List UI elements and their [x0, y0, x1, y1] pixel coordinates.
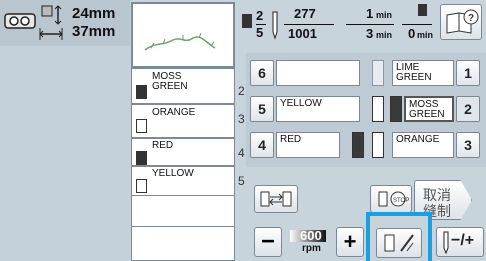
thread-slot-right[interactable]: ORANGE [392, 132, 454, 158]
spool-icon [136, 179, 147, 193]
embroidery-frame-icon [4, 13, 36, 29]
position-button-4[interactable]: 4 [250, 132, 274, 158]
thread-trim-icon [384, 234, 414, 252]
color-name: ORANGE [152, 107, 196, 118]
list-item[interactable]: ORANGE [131, 104, 235, 138]
spool-stop-icon: STOP [378, 191, 409, 207]
speed-unit: rpm [302, 243, 321, 254]
list-item[interactable]: YELLOW [131, 166, 235, 196]
color-index: 3 [238, 112, 245, 126]
design-height: 37mm [72, 23, 116, 40]
list-item[interactable]: MOSS GREEN [131, 68, 235, 104]
remaining-unit: min [417, 30, 434, 40]
remaining-time: 0 [408, 26, 416, 41]
speed-value: 600 [300, 228, 322, 243]
design-preview [131, 2, 235, 68]
design-width: 24mm [72, 5, 116, 22]
color-name: RED [152, 140, 174, 151]
time-total: 3 [366, 26, 374, 41]
design-thumbnail-icon [144, 32, 216, 51]
remaining-spool-icon [418, 4, 427, 16]
thread-slot-right[interactable]: LIME GREEN [392, 60, 454, 86]
spool-icon [136, 85, 147, 99]
spool-icon [352, 132, 364, 158]
spool-icon [372, 96, 384, 122]
color-index: 5 [238, 174, 245, 188]
position-button-5[interactable]: 5 [250, 96, 274, 122]
color-name: YELLOW [152, 168, 194, 179]
total-colors: 5 [256, 25, 264, 40]
spool-icon [390, 96, 402, 122]
thread-name: GREEN [396, 72, 432, 83]
time-unit: min [376, 10, 393, 20]
tension-label: −/+ [451, 232, 475, 249]
thread-slot-left[interactable] [276, 60, 360, 86]
current-color-number: 2 [256, 8, 264, 23]
needle-icon [272, 11, 278, 40]
color-index: 2 [238, 84, 245, 98]
needle-icon [443, 231, 449, 255]
stitch-current: 277 [294, 6, 316, 21]
tension-button[interactable]: −/+ [436, 227, 484, 257]
speed-minus-button[interactable]: − [254, 227, 282, 257]
thread-name: GREEN [409, 109, 445, 120]
highlight-frame [366, 212, 432, 261]
time-current: 1 [366, 6, 374, 21]
stitch-total: 1001 [288, 26, 317, 41]
speed-plus-button[interactable]: + [336, 227, 364, 257]
color-index: 4 [238, 146, 245, 160]
speed-display: 600 rpm [286, 228, 332, 256]
thread-slot-right-selected[interactable]: MOSS GREEN [404, 96, 454, 122]
time-unit: min [376, 30, 393, 40]
trim-thread-button[interactable] [376, 228, 422, 258]
spool-icon [136, 151, 147, 165]
position-button-3[interactable]: 3 [456, 132, 480, 158]
current-spool-icon [242, 14, 252, 28]
list-item[interactable]: RED [131, 138, 235, 166]
svg-text:?: ? [468, 13, 474, 24]
thread-slot-left[interactable]: YELLOW [276, 96, 360, 122]
header-size-area: 24mm 37mm [0, 0, 130, 46]
svg-text:STOP: STOP [393, 198, 409, 204]
spool-icon [372, 132, 384, 158]
fraction-line [346, 24, 394, 25]
spool-icon [372, 60, 384, 86]
fraction-line [284, 24, 334, 25]
fraction-line [402, 24, 432, 25]
status-bar: 2 5 277 1001 1 min 3 min 0 min ? [236, 0, 486, 50]
help-book-icon: ? [446, 9, 479, 34]
position-button-1[interactable]: 1 [456, 60, 480, 86]
swap-spool-icon [260, 191, 292, 207]
help-button[interactable]: ? [440, 4, 482, 40]
left-blank-area [0, 46, 130, 261]
position-button-2[interactable]: 2 [456, 96, 480, 122]
size-arrows-icon [39, 5, 63, 40]
thread-swap-button[interactable] [254, 185, 298, 213]
position-button-6[interactable]: 6 [250, 60, 274, 86]
list-divider [131, 226, 235, 227]
color-name: GREEN [152, 81, 188, 92]
stop-thread-button[interactable]: STOP [370, 185, 412, 213]
spool-icon [136, 119, 147, 133]
thread-slot-left[interactable]: RED [276, 132, 340, 158]
